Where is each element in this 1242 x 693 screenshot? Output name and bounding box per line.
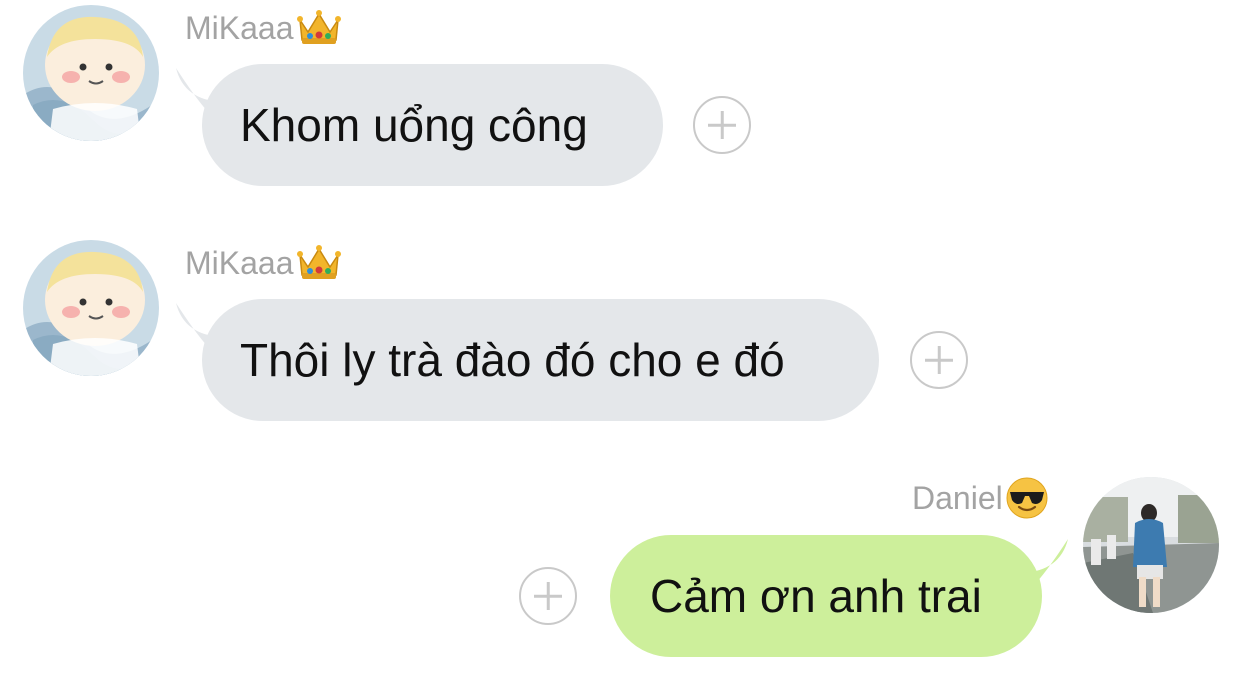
crown-icon [296,8,342,48]
sunglasses-face-icon [1005,476,1049,520]
message-bubble[interactable]: Thôi ly trà đào đó cho e đó [202,299,879,421]
sender-name: Daniel [912,476,1049,520]
sender-name: MiKaaa [185,243,342,283]
avatar-mikaaa[interactable] [23,5,159,141]
message-text: Cảm ơn anh trai [650,570,982,622]
sender-name-text: Daniel [912,480,1003,516]
message-bubble[interactable]: Khom uổng công [202,64,663,186]
chat-thread: MiKaaa Khom uổng công MiKaaa Thôi ly trà… [0,0,1242,693]
avatar-mikaaa[interactable] [23,240,159,376]
sender-name: MiKaaa [185,8,342,48]
add-reaction-button[interactable] [910,331,968,389]
bubble-tail [1022,539,1068,583]
message-text: Khom uổng công [240,99,588,151]
add-reaction-button[interactable] [693,96,751,154]
crown-icon [296,243,342,283]
message-text: Thôi ly trà đào đó cho e đó [240,334,785,386]
add-reaction-button[interactable] [519,567,577,625]
sender-name-text: MiKaaa [185,10,294,46]
message-bubble[interactable]: Cảm ơn anh trai [610,535,1042,657]
avatar-daniel[interactable] [1083,477,1219,613]
sender-name-text: MiKaaa [185,245,294,281]
